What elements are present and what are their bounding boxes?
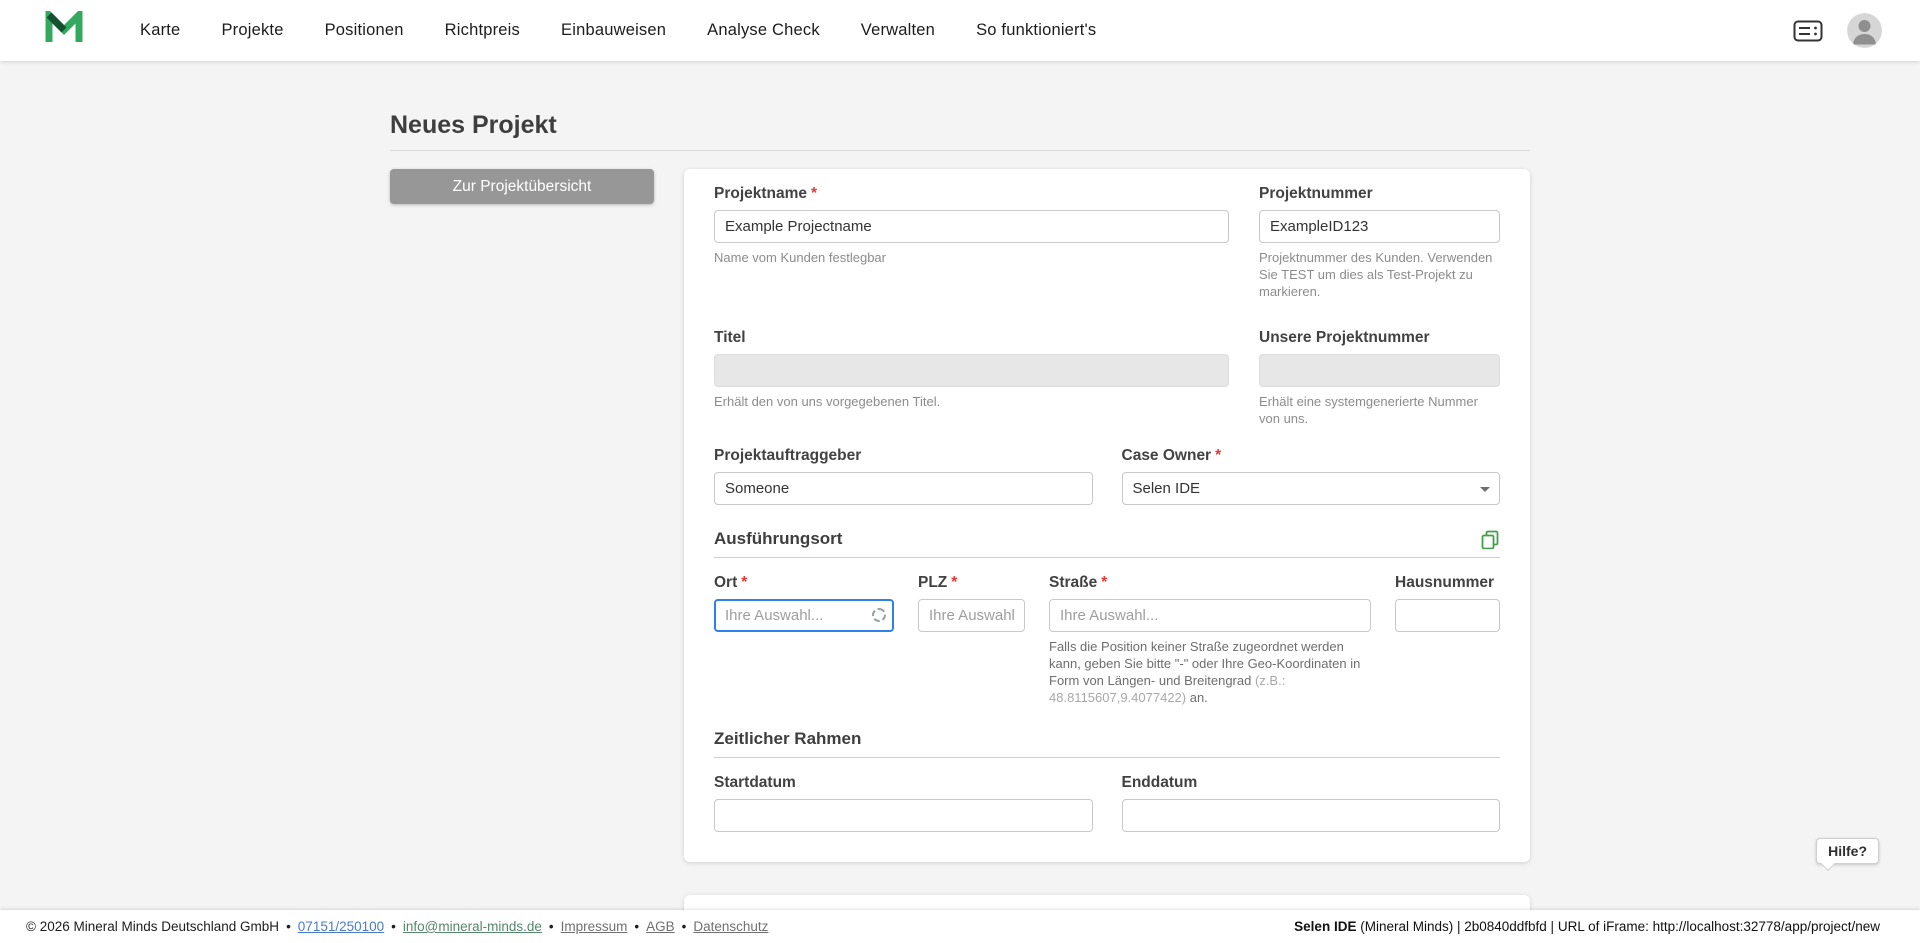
footer-agb-link[interactable]: AGB (646, 919, 675, 934)
field-unsere-projektnummer: Unsere Projektnummer Erhält eine systemg… (1259, 329, 1500, 428)
ort-input[interactable] (714, 599, 894, 633)
required-asterisk: * (951, 574, 958, 592)
projektnummer-input[interactable] (1259, 210, 1500, 243)
footer-separator: • (634, 919, 640, 934)
projektname-helper: Name vom Kunden festlegbar (714, 250, 886, 265)
footer-user-name: Selen IDE (1294, 919, 1357, 934)
footer-separator: • (391, 919, 396, 934)
field-case-owner: Case Owner * Selen IDE (1121, 447, 1500, 506)
field-projektauftraggeber: Projektauftraggeber (714, 447, 1093, 506)
case-owner-label: Case Owner * (1121, 447, 1222, 465)
footer-separator: • (681, 919, 687, 934)
page-header: Neues Projekt (390, 111, 1530, 151)
projektnummer-label: Projektnummer (1259, 185, 1373, 202)
titel-input (714, 353, 1229, 387)
section-title-ausfuehrungsort: Ausführungsort (714, 529, 843, 549)
nav-item-karte[interactable]: Karte (140, 21, 180, 40)
chevron-down-icon (1480, 486, 1490, 492)
navbar-right (1793, 13, 1882, 48)
case-owner-select[interactable]: Selen IDE (1121, 472, 1500, 506)
project-overview-button[interactable]: Zur Projektübersicht (390, 169, 654, 204)
footer-datenschutz-link[interactable]: Datenschutz (693, 919, 768, 934)
footer: © 2026 Mineral Minds Deutschland GmbH • … (0, 910, 1920, 943)
section-divider (714, 557, 1500, 559)
nav-item-analyse-check[interactable]: Analyse Check (707, 21, 820, 40)
user-avatar[interactable] (1847, 13, 1882, 48)
required-asterisk: * (811, 185, 818, 202)
projektauftraggeber-input[interactable] (714, 472, 1093, 506)
hausnummer-input[interactable] (1395, 599, 1500, 633)
field-enddatum: Enddatum (1121, 774, 1500, 833)
footer-separator: • (548, 919, 554, 934)
nav-item-richtpreis[interactable]: Richtpreis (445, 21, 520, 40)
case-owner-value: Selen IDE (1132, 480, 1201, 498)
titel-helper: Erhält den von uns vorgegebenen Titel. (714, 393, 941, 409)
section-ausfuehrungsort: Ausführungsort (714, 529, 1500, 550)
hausnummer-label: Hausnummer (1395, 574, 1495, 592)
help-button[interactable]: Hilfe? (1816, 838, 1879, 872)
required-asterisk: * (1101, 574, 1108, 592)
field-projektname: Projektname* Name vom Kunden festlegbar (714, 185, 1229, 301)
nav-item-so-funktionierts[interactable]: So funktioniert's (976, 21, 1096, 40)
footer-session-details: (Mineral Minds) | 2b0840ddfbfd | URL of … (1356, 919, 1880, 934)
footer-separator: • (286, 919, 291, 934)
unsere-projektnummer-label: Unsere Projektnummer (1259, 328, 1430, 346)
unsere-projektnummer-helper: Erhält eine systemgenerierte Nummer von … (1259, 393, 1478, 426)
top-navbar: Karte Projekte Positionen Richtpreis Ein… (0, 0, 1920, 61)
strasse-helper: Falls die Position keiner Straße zugeord… (1049, 639, 1361, 706)
logo[interactable] (44, 6, 84, 50)
help-button-label: Hilfe? (1828, 843, 1867, 859)
left-column: Zur Projektübersicht (390, 169, 654, 204)
enddatum-input[interactable] (1121, 799, 1500, 833)
projektname-input[interactable] (714, 210, 1229, 243)
required-asterisk: * (1215, 447, 1222, 465)
titel-label: Titel (714, 328, 746, 346)
field-titel: Titel Erhält den von uns vorgegebenen Ti… (714, 329, 1229, 428)
nav-item-verwalten[interactable]: Verwalten (861, 21, 935, 40)
nav-item-positionen[interactable]: Positionen (325, 21, 404, 40)
strasse-label: Straße * (1049, 574, 1108, 592)
field-ort: Ort * (714, 574, 894, 707)
footer-left: © 2026 Mineral Minds Deutschland GmbH • … (26, 919, 768, 934)
field-startdatum: Startdatum (714, 774, 1093, 833)
field-hausnummer: Hausnummer (1395, 574, 1500, 707)
footer-email-link[interactable]: info@mineral-minds.de (403, 919, 542, 934)
footer-session-info: Selen IDE (Mineral Minds) | 2b0840ddfbfd… (1294, 919, 1880, 934)
startdatum-label: Startdatum (714, 774, 796, 792)
plz-input[interactable] (918, 599, 1025, 633)
page-title: Neues Projekt (390, 111, 557, 139)
field-projektnummer: Projektnummer Projektnummer des Kunden. … (1259, 185, 1500, 301)
section-title-zeitlicher-rahmen: Zeitlicher Rahmen (714, 729, 862, 749)
main-content: Neues Projekt Zur Projektübersicht Proje… (390, 61, 1530, 863)
copy-icon[interactable] (1480, 529, 1500, 550)
enddatum-label: Enddatum (1121, 774, 1198, 792)
startdatum-input[interactable] (714, 799, 1093, 833)
projektauftraggeber-label: Projektauftraggeber (714, 447, 862, 465)
bubble-tail-icon (1821, 856, 1836, 872)
field-strasse: Straße* Falls die Position keiner Straße… (1049, 574, 1371, 707)
section-divider (714, 757, 1500, 759)
spinner-icon (872, 607, 886, 622)
footer-impressum-link[interactable]: Impressum (561, 919, 628, 934)
projektnummer-helper: Projektnummer des Kunden. Verwenden Sie … (1259, 250, 1493, 299)
footer-phone-link[interactable]: 07151/250100 (298, 919, 384, 934)
nav-item-einbauweisen[interactable]: Einbauweisen (561, 21, 666, 40)
app-root: Karte Projekte Positionen Richtpreis Ein… (0, 0, 1920, 943)
main-nav: Karte Projekte Positionen Richtpreis Ein… (140, 21, 1096, 40)
strasse-input[interactable] (1049, 599, 1371, 633)
server-icon[interactable] (1793, 20, 1823, 42)
projektname-label: Projektname * (714, 185, 818, 202)
ort-label: Ort * (714, 574, 748, 592)
project-form-card: Projektname* Name vom Kunden festlegbar … (684, 169, 1530, 863)
footer-copyright: © 2026 Mineral Minds Deutschland GmbH (26, 919, 280, 934)
plz-label: PLZ * (918, 574, 958, 592)
required-asterisk: * (741, 574, 748, 592)
unsere-projektnummer-input (1259, 353, 1500, 387)
section-zeitlicher-rahmen: Zeitlicher Rahmen (714, 729, 1500, 749)
field-plz: PLZ * (918, 574, 1025, 707)
mineral-minds-logo-icon (44, 6, 84, 50)
nav-item-projekte[interactable]: Projekte (221, 21, 283, 40)
